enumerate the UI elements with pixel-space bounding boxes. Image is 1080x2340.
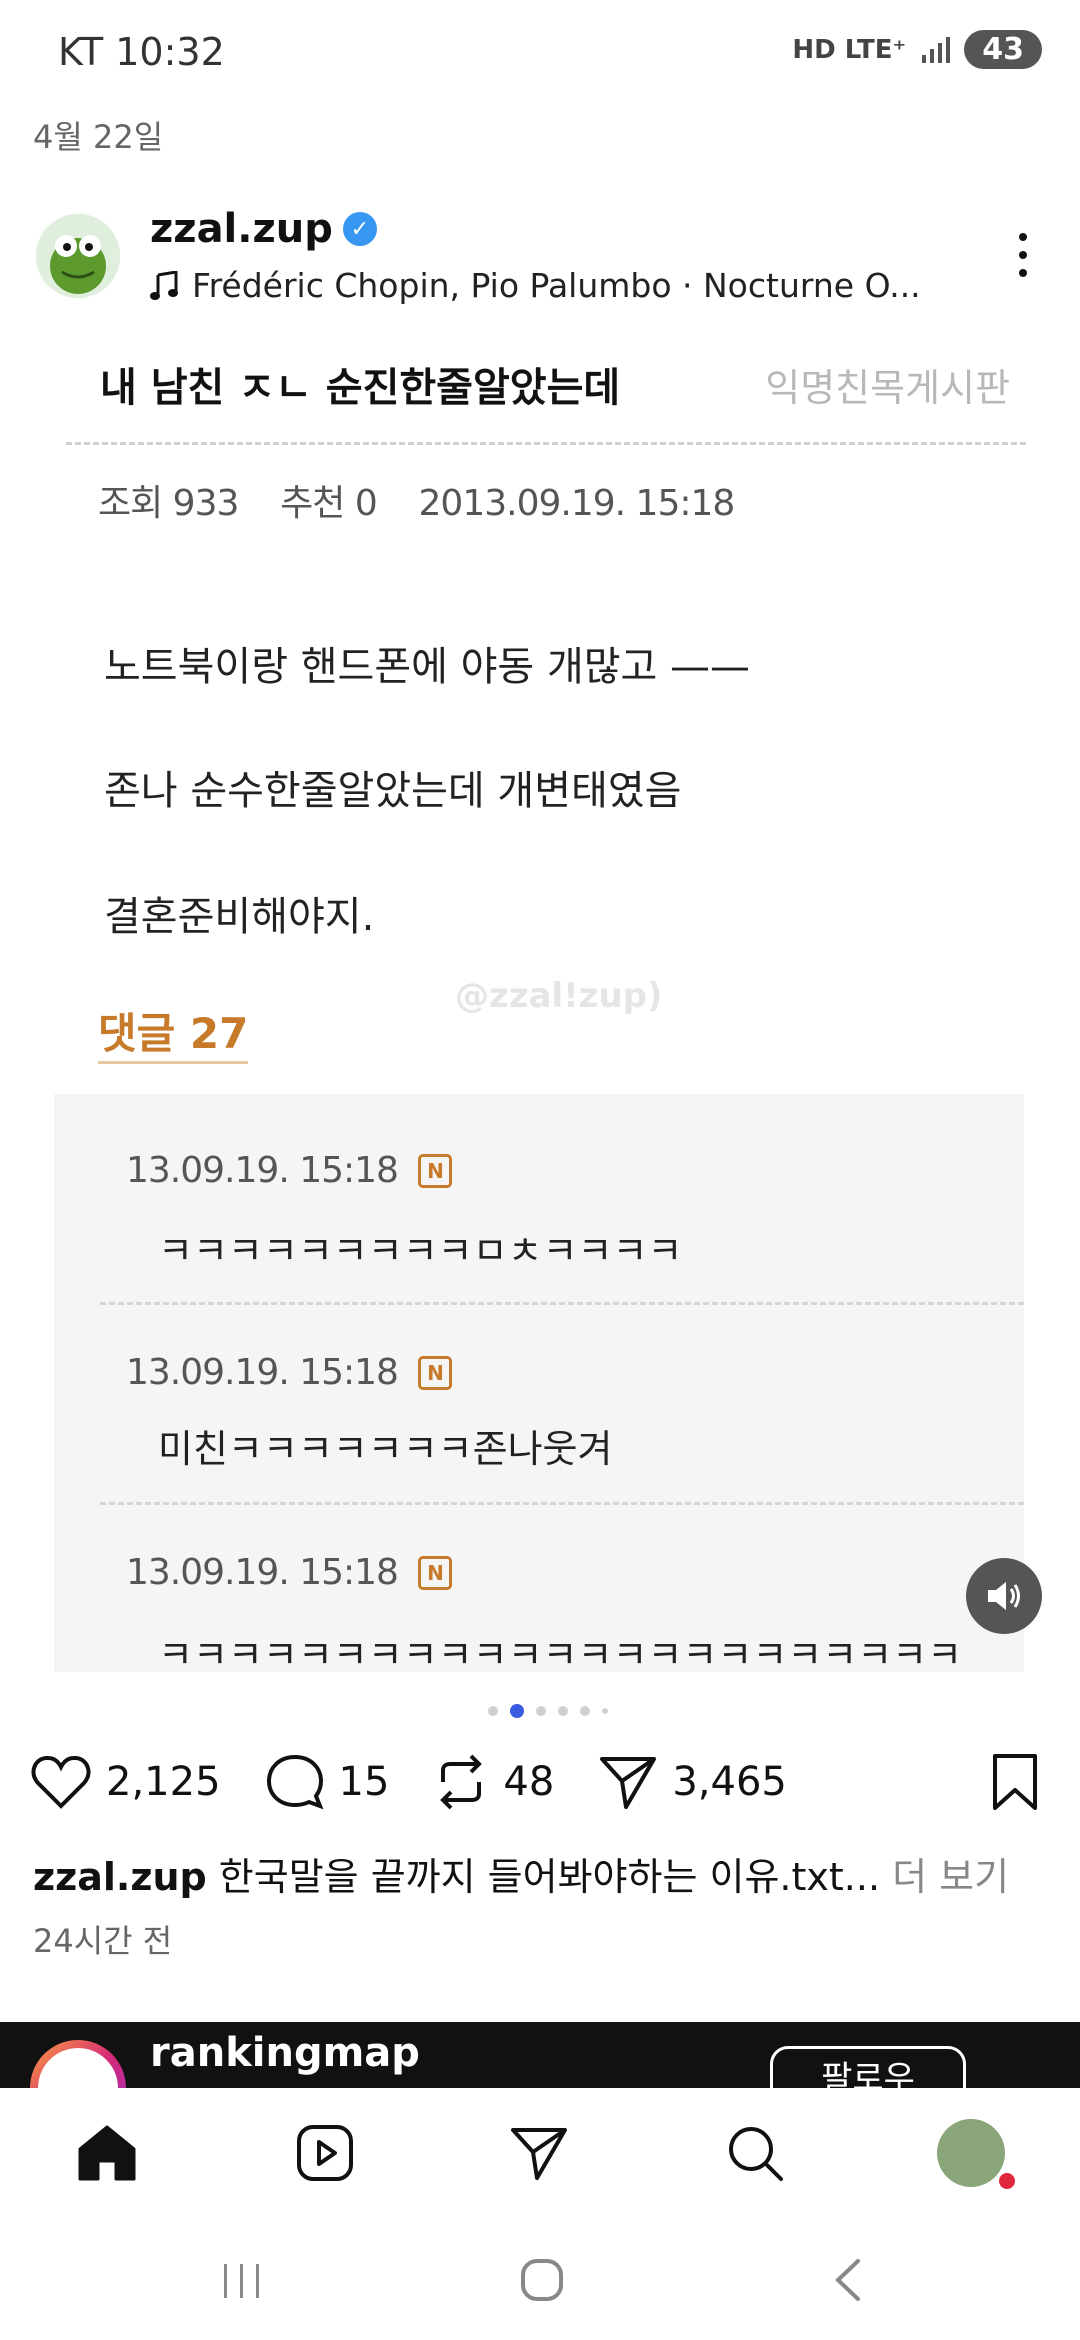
notification-dot: [996, 2170, 1018, 2192]
post-caption[interactable]: zzal.zup 한국말을 끝까지 들어봐야하는 이유.txt... 더 보기: [33, 1846, 1009, 1901]
comment-time: 13.09.19. 15:18: [126, 1552, 399, 1593]
caption-username[interactable]: zzal.zup: [33, 1855, 207, 1899]
image-post-title: 내 남친 ㅈㄴ 순진한줄알았는데: [100, 365, 621, 411]
nav-reels[interactable]: [290, 2118, 360, 2188]
recents-icon: [224, 2264, 259, 2298]
bookmark-icon: [993, 1754, 1037, 1810]
share-button[interactable]: 3,465: [598, 1753, 787, 1811]
comment-divider: [100, 1302, 1024, 1305]
kermit-avatar-icon: [36, 214, 120, 298]
sound-toggle[interactable]: [966, 1558, 1042, 1634]
image-board-name: 익명친목게시판: [765, 366, 1010, 410]
repost-icon: [440, 1754, 483, 1810]
comment-divider: [100, 1502, 1024, 1505]
carrier-time: KT 10:32: [58, 30, 225, 74]
home-icon: [78, 2125, 136, 2181]
like-count: 2,125: [106, 1759, 221, 1805]
status-icons: HD LTE⁺ 43: [792, 30, 1042, 69]
nav-home[interactable]: [72, 2118, 142, 2188]
verified-badge-icon: ✓: [342, 212, 377, 246]
recents-button[interactable]: [212, 2250, 272, 2310]
search-icon: [729, 2127, 783, 2181]
comment-time-row: 13.09.19. 15:18 N: [126, 1552, 452, 1593]
send-icon: [511, 2128, 567, 2180]
comment-time-row: 13.09.19. 15:18 N: [126, 1150, 452, 1191]
new-badge: N: [417, 1555, 452, 1590]
comment-time: 13.09.19. 15:18: [126, 1352, 399, 1393]
comment-count: 15: [338, 1759, 390, 1805]
bookmark-button[interactable]: [990, 1752, 1040, 1816]
image-comments-label: 댓글 27: [98, 1000, 249, 1064]
image-body-line: 존나 순수한줄알았는데 개변태였음: [104, 768, 682, 814]
watermark: @zzal!zup): [455, 976, 663, 1016]
post-avatar[interactable]: [36, 214, 120, 298]
image-meta: 조회 933 추천 0 2013.09.19. 15:18: [98, 483, 735, 524]
nav-search[interactable]: [720, 2118, 790, 2188]
carousel-dot: [488, 1706, 498, 1716]
comment-button[interactable]: 15: [265, 1753, 390, 1811]
comment-text: ㅋㅋㅋㅋㅋㅋㅋㅋㅋㅋㅋㅋㅋㅋㅋㅋㅋㅋㅋㅋㅋㅋㅋ: [158, 1633, 963, 1674]
comment-time-row: 13.09.19. 15:18 N: [126, 1352, 452, 1393]
network-indicator: HD LTE⁺: [792, 34, 907, 65]
carousel-dot: [580, 1706, 590, 1716]
post-time-ago: 24시간 전: [33, 1922, 173, 1960]
carousel-dot: [536, 1706, 546, 1716]
caption-text: 한국말을 끝까지 들어봐야하는 이유.txt...: [206, 1855, 881, 1899]
carousel-dot: [602, 1708, 608, 1714]
home-circle-icon: [521, 2259, 563, 2301]
post-actions: 2,125 15 48 3,465: [30, 1752, 831, 1812]
music-title: Frédéric Chopin, Pio Palumbo · Nocturne …: [192, 266, 921, 305]
status-bar: KT 10:32 HD LTE⁺ 43: [0, 0, 1080, 110]
repost-count: 48: [503, 1759, 555, 1805]
image-body-line: 결혼준비해야지.: [104, 894, 375, 940]
carousel-dot: [558, 1706, 568, 1716]
heart-icon: [31, 1756, 91, 1809]
music-note-icon: [150, 270, 178, 300]
back-button[interactable]: [818, 2250, 878, 2310]
post-username-row[interactable]: zzal.zup ✓: [150, 206, 377, 252]
comment-icon: [266, 1754, 324, 1810]
comment-text: ㅋㅋㅋㅋㅋㅋㅋㅋㅋㅁㅊㅋㅋㅋㅋ: [158, 1229, 683, 1273]
new-badge: N: [417, 1355, 452, 1390]
comment-text: 미친ㅋㅋㅋㅋㅋㅋㅋ존나웃겨: [158, 1427, 613, 1471]
music-info[interactable]: Frédéric Chopin, Pio Palumbo · Nocturne …: [150, 266, 921, 305]
signal-icon: [922, 36, 951, 63]
comment-time: 13.09.19. 15:18: [126, 1150, 399, 1191]
carousel-indicator: [488, 1704, 608, 1718]
sound-icon: [988, 1582, 1020, 1610]
carousel-dot-active: [510, 1704, 524, 1718]
share-icon: [600, 1757, 657, 1809]
repost-button[interactable]: 48: [433, 1752, 554, 1812]
date-label: 4월 22일: [33, 118, 164, 156]
share-count: 3,465: [672, 1759, 787, 1805]
divider: [66, 442, 1026, 445]
like-button[interactable]: 2,125: [30, 1754, 221, 1810]
more-options-icon[interactable]: [1010, 230, 1036, 280]
back-icon: [835, 2259, 860, 2301]
new-badge: N: [417, 1153, 452, 1188]
more-link[interactable]: 더 보기: [880, 1855, 1009, 1899]
reels-icon: [297, 2125, 353, 2181]
home-button[interactable]: [512, 2250, 572, 2310]
image-body-line: 노트북이랑 핸드폰에 야동 개많고 ——: [104, 644, 751, 690]
next-post-username[interactable]: rankingmap: [150, 2030, 420, 2076]
profile-icon: [937, 2119, 1005, 2187]
nav-messages[interactable]: [504, 2118, 574, 2188]
post-username[interactable]: zzal.zup: [150, 206, 333, 252]
battery-indicator: 43: [964, 30, 1042, 69]
